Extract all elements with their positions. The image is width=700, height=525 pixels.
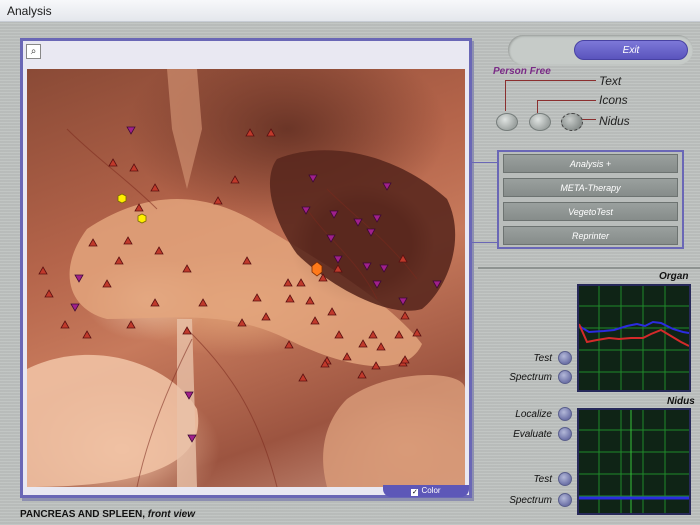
- caption-main: PANCREAS AND SPLEEN,: [20, 509, 146, 520]
- nidus-localize-label: Localize: [515, 409, 552, 420]
- menu-connector-top: [472, 162, 498, 163]
- nidus-localize-button[interactable]: [558, 407, 572, 421]
- menu-analysis-plus[interactable]: Analysis +: [503, 154, 678, 173]
- nidus-panel-title: Nidus: [667, 396, 695, 407]
- organ-test-label: Test: [533, 353, 552, 364]
- organ-spectrum-label: Spectrum: [509, 372, 552, 383]
- menu-meta-therapy[interactable]: META-Therapy: [503, 178, 678, 197]
- option-icons-label: Icons: [599, 93, 628, 107]
- window-title: Analysis: [0, 0, 700, 22]
- bracket-icons: [537, 100, 596, 113]
- option-nidus-button[interactable]: [561, 113, 583, 131]
- app-body: ⌕ ✓ Color PANCREAS AND SPLEEN, front vie…: [0, 22, 700, 525]
- organ-graph: [577, 284, 691, 392]
- magnifier-icon[interactable]: ⌕: [26, 44, 41, 59]
- caption-sub: front view: [147, 509, 196, 520]
- nidus-evaluate-label: Evaluate: [513, 429, 552, 440]
- menu-connector-bottom: [472, 242, 498, 243]
- nidus-evaluate-button[interactable]: [558, 427, 572, 441]
- organ-spectrum-button[interactable]: [558, 370, 572, 384]
- option-text-button[interactable]: [496, 113, 518, 131]
- nidus-test-label: Test: [533, 474, 552, 485]
- nidus-graph-plot: [579, 410, 689, 513]
- exit-button[interactable]: Exit: [574, 40, 688, 60]
- anatomy-photo[interactable]: [27, 69, 465, 487]
- option-text-label: Text: [599, 74, 622, 88]
- option-icons-button[interactable]: [529, 113, 551, 131]
- option-nidus-label: Nidus: [599, 114, 630, 128]
- panel-separator: [478, 267, 700, 269]
- image-caption: PANCREAS AND SPLEEN, front view: [20, 509, 195, 520]
- color-toggle-label: Color: [421, 486, 441, 495]
- menu-reprinter[interactable]: Reprinter: [503, 226, 678, 245]
- nidus-spectrum-button[interactable]: [558, 493, 572, 507]
- nidus-spectrum-label: Spectrum: [509, 495, 552, 506]
- person-free-label: Person Free: [493, 66, 551, 77]
- marker-overlay: [27, 69, 465, 487]
- nidus-graph: [577, 408, 691, 515]
- color-toggle[interactable]: ✓ Color: [383, 485, 469, 497]
- color-checkbox[interactable]: ✓: [411, 489, 419, 496]
- organ-panel-title: Organ: [659, 271, 689, 282]
- nidus-test-button[interactable]: [558, 472, 572, 486]
- anatomy-viewer: ⌕ ✓ Color: [20, 38, 472, 498]
- menu-vegetotest[interactable]: VegetoTest: [503, 202, 678, 221]
- organ-graph-plot: [579, 286, 689, 390]
- organ-test-button[interactable]: [558, 351, 572, 365]
